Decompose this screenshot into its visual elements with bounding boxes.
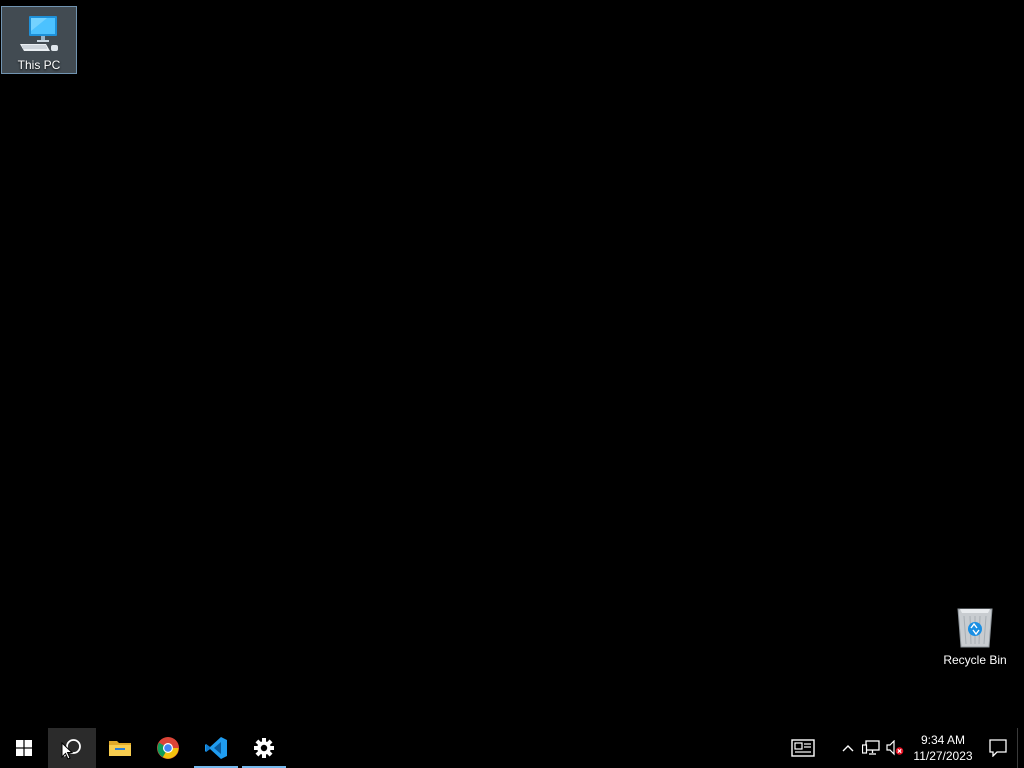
action-center-button[interactable] — [983, 728, 1013, 768]
gear-icon — [254, 738, 274, 758]
windows-logo-icon — [16, 740, 32, 756]
clock-time: 9:34 AM — [920, 733, 965, 747]
vscode-icon — [205, 737, 227, 759]
desktop: This PC Recycle Bin — [0, 0, 1024, 728]
chevron-up-icon — [842, 745, 854, 752]
recycle-bin-icon — [957, 608, 993, 648]
taskbar-chrome[interactable] — [144, 728, 192, 768]
notification-icon — [989, 739, 1007, 757]
search-button[interactable] — [48, 728, 96, 768]
news-button[interactable] — [783, 728, 823, 768]
taskbar-settings[interactable] — [240, 728, 288, 768]
clock[interactable]: 9:34 AM 11/27/2023 — [911, 728, 975, 768]
computer-icon — [20, 16, 58, 51]
show-desktop-button[interactable] — [1017, 728, 1024, 768]
desktop-icon-recycle-bin[interactable]: Recycle Bin — [937, 600, 1013, 670]
show-hidden-icons-button[interactable] — [837, 728, 859, 768]
clock-date: 11/27/2023 — [913, 749, 973, 763]
start-button[interactable] — [0, 728, 48, 768]
taskbar: 9:34 AM 11/27/2023 — [0, 728, 1024, 768]
desktop-icon-label: Recycle Bin — [943, 653, 1007, 667]
volume-muted-icon — [886, 740, 904, 756]
folder-icon — [109, 741, 131, 756]
network-icon — [862, 740, 880, 755]
volume-button[interactable] — [883, 728, 907, 768]
system-tray: 9:34 AM 11/27/2023 — [783, 728, 1024, 768]
news-icon — [791, 739, 815, 757]
mouse-cursor-icon — [61, 742, 73, 760]
desktop-icon-label: This PC — [17, 58, 61, 72]
desktop-icon-this-pc[interactable]: This PC — [1, 6, 77, 74]
taskbar-vscode[interactable] — [192, 728, 240, 768]
network-button[interactable] — [859, 728, 883, 768]
chrome-icon — [157, 737, 179, 759]
taskbar-file-explorer[interactable] — [96, 728, 144, 768]
